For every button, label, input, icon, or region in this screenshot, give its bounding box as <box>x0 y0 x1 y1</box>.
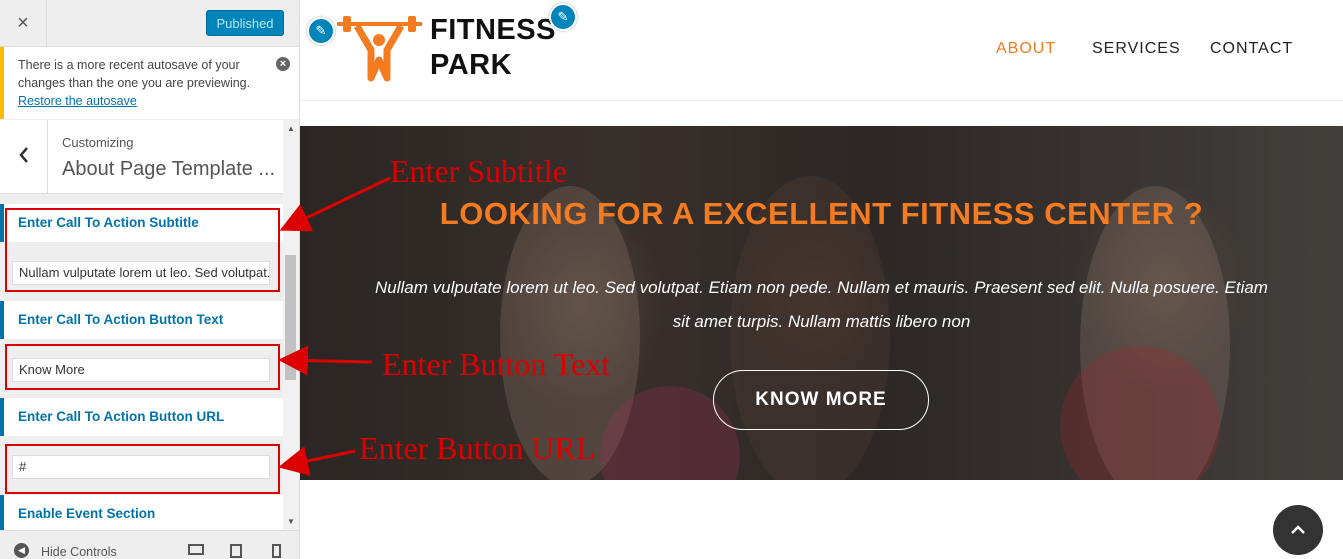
annotation-subtitle: Enter Subtitle <box>390 153 567 189</box>
arrow-button-text <box>278 345 373 376</box>
annotation-button-url: Enter Button URL <box>359 430 596 466</box>
arrow-button-url <box>278 446 356 476</box>
annotation-arrows <box>278 176 391 476</box>
annotation-button-text: Enter Button Text <box>382 346 611 382</box>
arrow-subtitle <box>279 176 391 232</box>
